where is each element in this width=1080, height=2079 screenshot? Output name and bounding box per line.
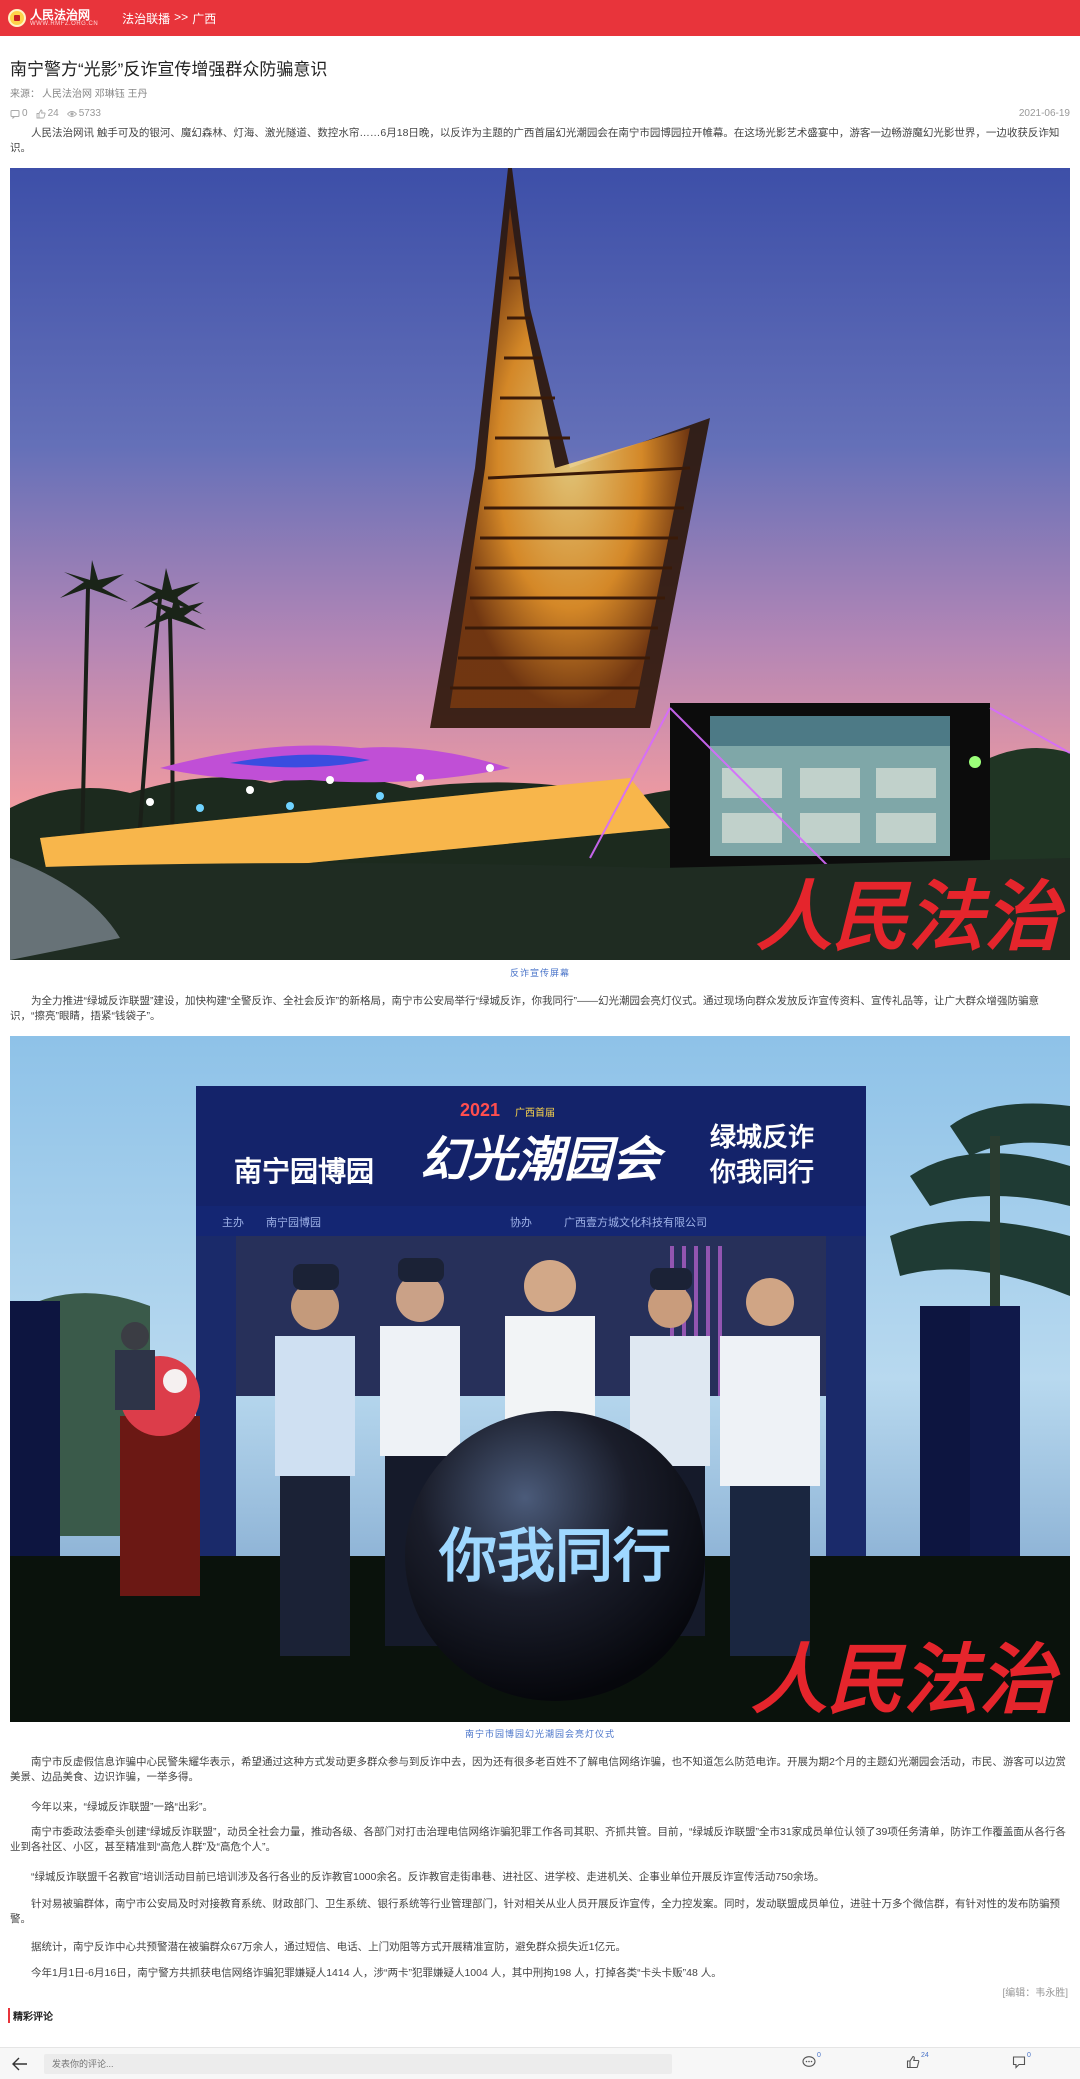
lighting-ceremony-photo: 南宁园博园 2021 广西首届 幻光潮园会 绿城反诈 你我同行 主办 南宁园博园… bbox=[10, 1036, 1070, 1722]
back-button[interactable] bbox=[10, 2054, 30, 2074]
comment-icon bbox=[10, 109, 20, 119]
banner-year: 2021 bbox=[460, 1100, 500, 1120]
view-count: 5733 bbox=[78, 108, 101, 119]
watermark: 人民法治 bbox=[756, 872, 1066, 960]
article-source: 来源： 人民法治网 邓琳钰 王丹 bbox=[10, 85, 148, 100]
breadcrumb-item-channel[interactable]: 法治联播 bbox=[122, 10, 170, 27]
comments-badge: 0 bbox=[817, 2052, 821, 2059]
logo-subtext: WWW.RMFZ.ORG.CN bbox=[30, 20, 99, 27]
banner-host-label: 主办 bbox=[222, 1216, 244, 1229]
publish-date: 2021-06-19 bbox=[1018, 108, 1070, 119]
like-badge: 24 bbox=[921, 2052, 929, 2059]
comment-stat: 0 bbox=[10, 108, 28, 119]
editor-credit: [编辑：韦永胜] bbox=[1002, 1988, 1068, 1999]
article-paragraph: 今年1月1日-6月16日，南宁警方共抓获电信网络诈骗犯罪嫌疑人1414 人，涉“… bbox=[31, 1967, 722, 1979]
source-names: 人民法治网 邓琳钰 王丹 bbox=[42, 89, 148, 100]
banner-co-name: 广西壹方城文化科技有限公司 bbox=[564, 1215, 707, 1229]
eye-icon bbox=[66, 110, 77, 117]
emblem-icon bbox=[8, 9, 26, 27]
article-paragraph: 南宁市委政法委牵头创建“绿城反诈联盟”，动员全社会力量，推动各级、各部门对打击治… bbox=[10, 1826, 1066, 1853]
article-paragraph: 据统计，南宁反诈中心共预警潜在被骗群众67万余人，通过短信、电话、上门劝阻等方式… bbox=[31, 1941, 627, 1953]
article-paragraph: 今年以来，“绿城反诈联盟”一路“出彩”。 bbox=[31, 1801, 213, 1813]
source-label: 来源： bbox=[10, 89, 40, 100]
share-icon bbox=[1012, 2056, 1026, 2069]
article-paragraph: 人民法治网讯 触手可及的银河、魔幻森林、灯海、激光隧道、数控水帘……6月18日晚… bbox=[10, 127, 1060, 154]
breadcrumb-separator: >> bbox=[174, 9, 189, 24]
share-badge: 0 bbox=[1027, 2052, 1031, 2059]
like-button[interactable]: 24 bbox=[906, 2052, 929, 2069]
comment-icon bbox=[802, 2056, 816, 2067]
banner-host-name: 南宁园博园 bbox=[266, 1215, 321, 1229]
photo-caption: 南宁市园博园幻光潮园会亮灯仪式 bbox=[464, 1729, 615, 1739]
thumbs-up-icon bbox=[906, 2055, 920, 2069]
like-count: 24 bbox=[47, 108, 59, 119]
banner-slogan-2: 你我同行 bbox=[709, 1157, 814, 1187]
comments-button[interactable]: 0 bbox=[802, 2052, 821, 2069]
photo-light-tower: 人民法治 bbox=[10, 168, 1070, 960]
photo-caption: 反诈宣传屏幕 bbox=[509, 968, 570, 978]
thumbs-up-icon bbox=[36, 109, 46, 118]
share-button[interactable]: 0 bbox=[1012, 2052, 1031, 2069]
breadcrumb-item-region[interactable]: 广西 bbox=[192, 10, 216, 27]
comment-input[interactable] bbox=[44, 2053, 672, 2074]
breadcrumb: 法治联播 >> 广西 bbox=[122, 10, 216, 27]
banner-slogan-1: 绿城反诈 bbox=[710, 1122, 814, 1152]
banner-tag: 广西首届 bbox=[515, 1106, 555, 1119]
article-paragraph: 南宁市反虚假信息诈骗中心民警朱耀华表示，希望通过这种方式发动更多群众参与到反诈中… bbox=[10, 1756, 1066, 1783]
article-paragraph: 针对易被骗群体，南宁市公安局及时对接教育系统、财政部门、卫生系统、银行系统等行业… bbox=[10, 1898, 1060, 1925]
banner-venue: 南宁园博园 bbox=[234, 1155, 374, 1187]
photo-lighting-ceremony: 南宁园博园 2021 广西首届 幻光潮园会 绿城反诈 你我同行 主办 南宁园博园… bbox=[10, 1036, 1070, 1722]
comments-heading: 精彩评论 bbox=[8, 2008, 53, 2023]
logo-text: 人民法治网 bbox=[30, 7, 91, 22]
like-stat: 24 bbox=[36, 108, 59, 119]
article-paragraph: 为全力推进“绿城反诈联盟”建设，加快构建“全警反诈、全社会反诈”的新格局，南宁市… bbox=[10, 995, 1039, 1022]
article-stats: 0 24 5733 bbox=[10, 108, 101, 119]
site-logo[interactable]: 人民法治网 WWW.RMFZ.ORG.CN bbox=[8, 4, 98, 32]
ball-text: 你我同行 bbox=[438, 1524, 671, 1589]
banner-co-label: 协办 bbox=[510, 1215, 532, 1229]
top-bar: 人民法治网 WWW.RMFZ.ORG.CN 法治联播 >> 广西 bbox=[0, 0, 1080, 36]
arrow-left-icon bbox=[12, 2057, 27, 2070]
article-paragraph: “绿城反诈联盟千名教官”培训活动目前已培训涉及各行各业的反诈教官1000余名。反… bbox=[31, 1871, 825, 1883]
banner-title: 幻光潮园会 bbox=[420, 1134, 666, 1187]
comment-count: 0 bbox=[22, 108, 28, 119]
article-title: 南宁警方“光影”反诈宣传增强群众防骗意识 bbox=[10, 60, 328, 79]
watermark: 人民法治 bbox=[751, 1635, 1061, 1722]
light-tower-photo: 人民法治 bbox=[10, 168, 1070, 960]
view-stat: 5733 bbox=[66, 108, 101, 119]
